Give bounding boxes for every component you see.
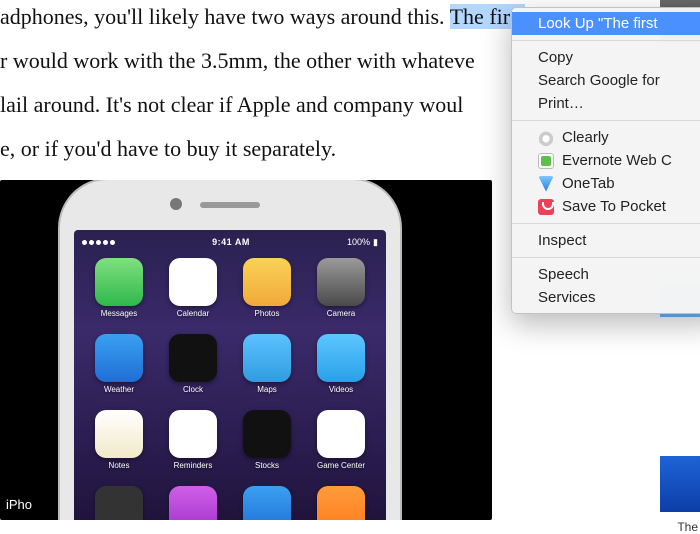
rail-thumbnail[interactable] xyxy=(660,456,700,512)
menu-item-lookup[interactable]: Look Up "The first xyxy=(512,12,700,35)
app-icon xyxy=(243,486,291,520)
battery-icon: 100% ▮ xyxy=(347,237,378,248)
app-clock: Clock xyxy=(162,334,224,394)
app-label: Notes xyxy=(109,461,130,470)
image-caption: iPho xyxy=(6,497,32,512)
app-videos: Videos xyxy=(310,334,372,394)
front-camera-icon xyxy=(170,198,182,210)
app-icon xyxy=(243,410,291,458)
menu-item-print[interactable]: Print… xyxy=(512,92,700,115)
signal-icon xyxy=(82,240,115,245)
iphone-screen: 9:41 AM 100% ▮ Messages Calendar Photos Cam… xyxy=(74,230,386,520)
rail-text: The xyxy=(677,520,698,534)
app-label: Camera xyxy=(327,309,355,318)
status-time: 9:41 AM xyxy=(212,237,250,247)
app-game-center: Game Center xyxy=(310,410,372,470)
app-icon xyxy=(169,486,217,520)
app-icon xyxy=(243,334,291,382)
app-weather: Weather xyxy=(88,334,150,394)
app-app-store: App Store xyxy=(236,486,298,520)
app-icon xyxy=(317,258,365,306)
app-icon xyxy=(95,410,143,458)
menu-item-copy[interactable]: Copy xyxy=(512,46,700,69)
app-icon xyxy=(317,486,365,520)
app-newsstand: Newsstand xyxy=(88,486,150,520)
earpiece-icon xyxy=(200,202,260,208)
app-label: Clock xyxy=(183,385,203,394)
context-menu[interactable]: Look Up "The first Copy Search Google fo… xyxy=(511,7,700,314)
menu-item-speech[interactable]: Speech xyxy=(512,263,700,286)
article-text: adphones, you'll likely have two ways ar… xyxy=(0,4,450,29)
app-label: Maps xyxy=(257,385,277,394)
app-icon xyxy=(243,258,291,306)
pocket-icon xyxy=(538,199,554,215)
app-icon xyxy=(95,486,143,520)
menu-separator xyxy=(512,223,700,224)
app-label: Weather xyxy=(104,385,134,394)
app-label: Reminders xyxy=(174,461,213,470)
clearly-icon xyxy=(538,130,554,146)
menu-separator xyxy=(512,40,700,41)
app-icon xyxy=(317,410,365,458)
menu-item-evernote[interactable]: Evernote Web C xyxy=(512,149,700,172)
article-image: 9:41 AM 100% ▮ Messages Calendar Photos Cam… xyxy=(0,180,492,520)
app-label: Stocks xyxy=(255,461,279,470)
app-ibooks: iBooks xyxy=(310,486,372,520)
menu-item-inspect[interactable]: Inspect xyxy=(512,229,700,252)
app-label: Messages xyxy=(101,309,137,318)
app-calendar: Calendar xyxy=(162,258,224,318)
menu-item-onetab[interactable]: OneTab xyxy=(512,172,700,195)
app-reminders: Reminders xyxy=(162,410,224,470)
menu-separator xyxy=(512,257,700,258)
status-bar: 9:41 AM 100% ▮ xyxy=(74,234,386,250)
app-icon xyxy=(95,334,143,382)
app-label: Videos xyxy=(329,385,353,394)
evernote-icon xyxy=(538,153,554,169)
app-icon xyxy=(317,334,365,382)
menu-item-clearly[interactable]: Clearly xyxy=(512,126,700,149)
app-grid: Messages Calendar Photos Camera Weather Clock… xyxy=(74,258,386,520)
iphone-mock: 9:41 AM 100% ▮ Messages Calendar Photos Cam… xyxy=(60,180,400,520)
app-maps: Maps xyxy=(236,334,298,394)
app-label: Photos xyxy=(255,309,280,318)
app-icon xyxy=(169,258,217,306)
app-icon xyxy=(169,410,217,458)
menu-item-save-to-pocket[interactable]: Save To Pocket xyxy=(512,195,700,218)
app-photos: Photos xyxy=(236,258,298,318)
app-label: Game Center xyxy=(317,461,365,470)
app-itunes-store: iTunes Store xyxy=(162,486,224,520)
app-icon xyxy=(95,258,143,306)
menu-item-services[interactable]: Services xyxy=(512,286,700,309)
app-stocks: Stocks xyxy=(236,410,298,470)
app-notes: Notes xyxy=(88,410,150,470)
menu-item-search-google[interactable]: Search Google for xyxy=(512,69,700,92)
app-messages: Messages xyxy=(88,258,150,318)
app-camera: Camera xyxy=(310,258,372,318)
app-label: Calendar xyxy=(177,309,209,318)
app-icon xyxy=(169,334,217,382)
onetab-icon xyxy=(538,176,554,192)
menu-separator xyxy=(512,120,700,121)
